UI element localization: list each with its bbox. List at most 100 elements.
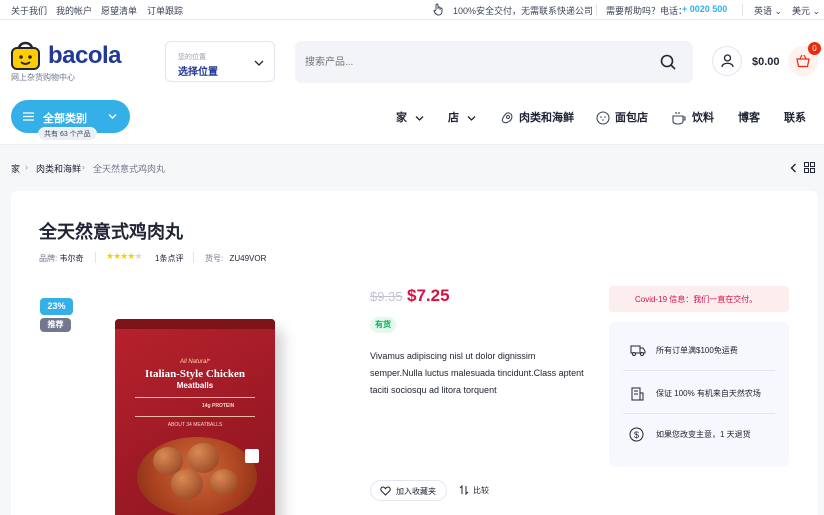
feature-text: 所有订单满$100免运费 — [656, 346, 738, 355]
wishlist-link[interactable]: 愿望清单 — [101, 4, 137, 17]
breadcrumb-separator: › — [25, 162, 28, 172]
search-icon[interactable] — [660, 54, 676, 70]
product-count-badge: 共有 63 个产品 — [38, 127, 97, 141]
delivery-notice: 100%安全交付，无需联系快递公司 — [453, 6, 594, 16]
compare-button[interactable]: 比较 — [459, 480, 499, 501]
breadcrumb-separator: › — [82, 162, 85, 172]
package-text: ABOUT 34 MEATBALLS — [167, 422, 223, 428]
stock-badge: 有货 — [370, 317, 396, 333]
divider — [95, 252, 96, 263]
all-categories-button[interactable]: 全部类别 共有 63 个产品 — [11, 100, 130, 141]
brand-tagline: 网上杂货购物中心 — [11, 73, 75, 82]
meatball — [171, 469, 203, 499]
search-input[interactable] — [305, 51, 645, 73]
money-back-icon: $ — [629, 427, 644, 442]
nav-beverages[interactable]: 饮料 — [672, 109, 714, 125]
nav-blog[interactable]: 博客 — [738, 109, 760, 125]
rating-stars: ★★★★★ — [106, 251, 142, 262]
menu-icon — [23, 112, 34, 121]
bakery-icon — [596, 111, 610, 125]
nav-meat-seafood[interactable]: 肉类和海鲜 — [500, 109, 574, 125]
meatball — [210, 469, 238, 495]
categories-label: 全部类别 — [43, 113, 87, 125]
basket-icon — [796, 54, 810, 68]
header: bacola 网上杂货购物中心 您的位置 选择位置 $0.00 0 全部类别 共… — [0, 20, 824, 145]
user-icon — [721, 54, 734, 68]
phone-number[interactable]: + 0020 500 — [682, 4, 727, 14]
product-image[interactable]: All Natural* Italian-Style Chicken Meatb… — [115, 319, 275, 515]
package-seal — [115, 319, 275, 329]
shopping-bag-logo-icon — [11, 41, 40, 70]
discount-badge: 23% — [40, 298, 73, 315]
nav-shop[interactable]: 店 — [448, 109, 476, 125]
secure-delivery-icon — [432, 2, 446, 18]
product-description: Vivamus adipiscing nisl ut dolor digniss… — [370, 351, 584, 395]
grid-icon[interactable] — [804, 162, 815, 173]
divider — [623, 370, 775, 371]
meat-icon — [501, 112, 513, 124]
chevron-down-icon: ⌄ — [812, 6, 821, 16]
divider — [193, 252, 194, 263]
features-panel: 所有订单满$100免运费 保证 100% 有机来自天然农场 $ 如果您改变主意，… — [609, 322, 789, 467]
nav-contact[interactable]: 联系 — [784, 109, 806, 125]
divider — [623, 413, 775, 414]
package-info-band — [135, 397, 255, 417]
order-tracking-link[interactable]: 订单跟踪 — [147, 4, 183, 17]
covid-notice-text: Covid-19 信息：我们一直在交付。 — [635, 295, 758, 304]
account-link[interactable]: 我的帐户 — [56, 4, 92, 17]
location-label: 您的位置 — [178, 54, 206, 61]
divider — [596, 4, 597, 16]
heart-icon — [380, 486, 391, 496]
feature-text: 如果您改变主意，1 天退货 — [656, 430, 751, 439]
feature-text: 保证 100% 有机来自天然农场 — [656, 389, 761, 398]
breadcrumb-category[interactable]: 肉类和海鲜 — [36, 162, 81, 175]
meatball — [187, 443, 219, 473]
chevron-down-icon — [108, 114, 117, 119]
package-text: Italian-Style Chicken — [145, 368, 245, 380]
language-select[interactable]: 英语 ⌄ — [754, 4, 782, 17]
cart-count-badge: 0 — [808, 42, 821, 55]
chevron-down-icon — [415, 115, 424, 121]
chevron-down-icon — [254, 60, 264, 66]
package-text: 14g PROTEIN — [202, 403, 235, 409]
add-to-wishlist-button[interactable]: 加入收藏夹 — [370, 480, 447, 501]
old-price: $9.35 — [370, 289, 403, 304]
about-link[interactable]: 关于我们 — [11, 4, 47, 17]
current-price: $7.25 — [407, 286, 450, 305]
breadcrumb-current: 全天然意式鸡肉丸 — [93, 164, 166, 174]
coffee-cup-icon — [672, 112, 686, 125]
help-label: 需要帮助吗？电话： — [606, 6, 688, 16]
account-button[interactable] — [712, 46, 742, 76]
product-card: 全天然意式鸡肉丸 品牌: 韦尔奇 ★★★★★ 1条点评 货号: ZU49VOR … — [11, 191, 818, 515]
wishlist-label: 加入收藏夹 — [396, 487, 436, 496]
recommended-badge: 推荐 — [40, 318, 71, 332]
chevron-left-icon[interactable] — [790, 163, 797, 173]
review-count[interactable]: 1条点评 — [155, 253, 183, 264]
compare-label: 比较 — [473, 486, 489, 495]
search-bar — [295, 41, 693, 83]
star-empty-icon: ★ — [134, 251, 142, 261]
breadcrumb-home[interactable]: 家 — [11, 162, 20, 175]
nav-bakery[interactable]: 面包店 — [596, 109, 648, 125]
brand-label: 品牌: 韦尔奇 — [39, 254, 84, 263]
compare-arrows-icon — [459, 485, 469, 495]
currency-select[interactable]: 美元 ⌄ — [792, 4, 820, 17]
brand-value: 韦尔奇 — [59, 254, 84, 263]
covid-notice: Covid-19 信息：我们一直在交付。 — [609, 286, 789, 312]
top-bar: 关于我们 我的帐户 愿望清单 订单跟踪 100%安全交付，无需联系快递公司 需要… — [0, 0, 824, 20]
chevron-down-icon — [467, 115, 476, 121]
package-text: All Natural* — [179, 359, 210, 365]
organic-box-icon — [631, 387, 644, 401]
package-text: Meatballs — [176, 381, 214, 390]
cart-button[interactable]: 0 — [788, 42, 821, 76]
sku-label: 货号: ZU49VOR — [205, 254, 267, 263]
package-label — [245, 449, 259, 463]
svg-text:$: $ — [634, 430, 639, 440]
chevron-down-icon: ⌄ — [774, 6, 783, 16]
nav-home[interactable]: 家 — [396, 109, 424, 125]
brand-name: bacola — [48, 42, 122, 69]
sku-value: ZU49VOR — [229, 254, 267, 263]
logo[interactable]: bacola 网上杂货购物中心 — [11, 39, 131, 83]
location-selector[interactable]: 您的位置 选择位置 — [165, 41, 275, 82]
product-title: 全天然意式鸡肉丸 — [39, 222, 183, 242]
